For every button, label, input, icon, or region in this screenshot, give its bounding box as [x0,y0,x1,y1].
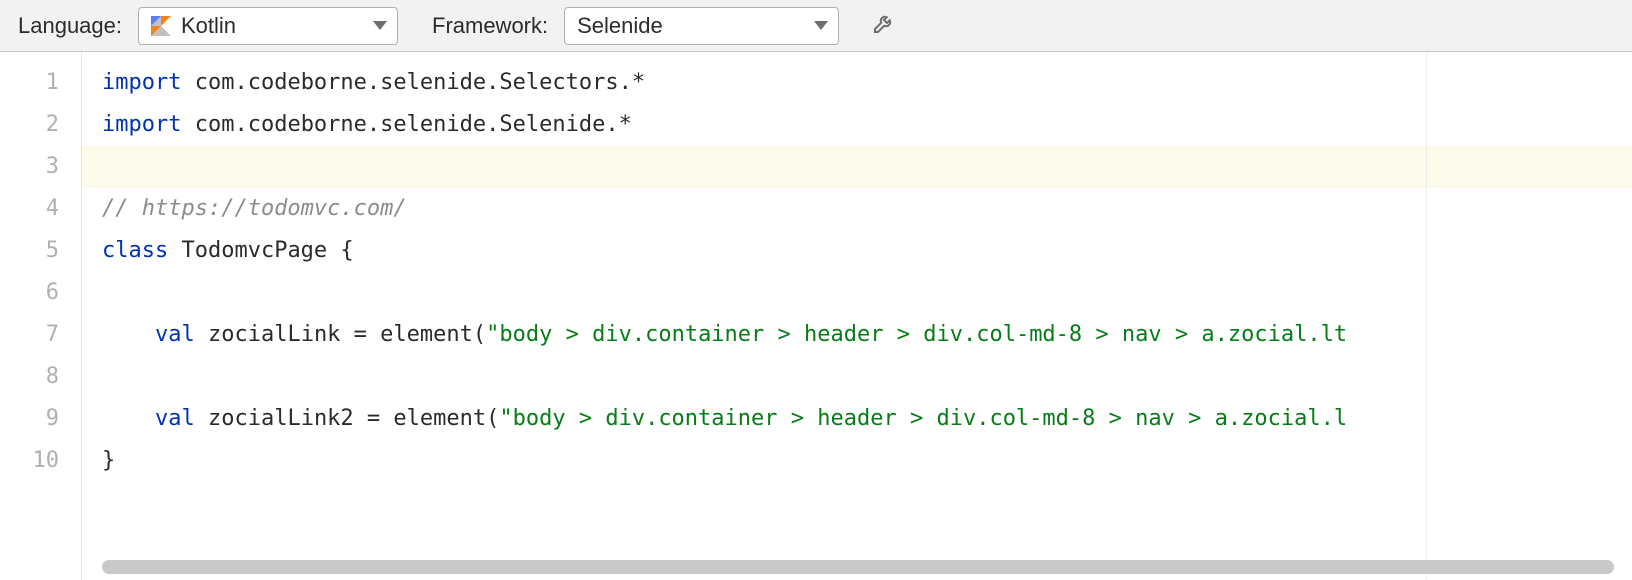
kotlin-icon [151,16,171,36]
scrollbar-thumb[interactable] [102,560,1614,574]
line-number: 7 [0,314,81,356]
line-number: 8 [0,356,81,398]
code-line[interactable] [82,356,1632,398]
line-number: 5 [0,230,81,272]
line-number: 9 [0,398,81,440]
language-dropdown[interactable]: Kotlin [138,7,398,45]
language-label: Language: [18,13,122,39]
code-line[interactable]: val zocialLink = element("body > div.con… [82,314,1632,356]
horizontal-scrollbar[interactable] [102,560,1614,574]
toolbar: Language: Kotlin Framework: Selenide [0,0,1632,52]
code-line[interactable]: val zocialLink2 = element("body > div.co… [82,398,1632,440]
language-value: Kotlin [181,13,363,39]
code-line[interactable] [82,272,1632,314]
code-editor: 12345678910 import com.codeborne.selenid… [0,52,1632,580]
framework-value: Selenide [577,13,804,39]
line-number: 4 [0,188,81,230]
right-margin-guide [1426,52,1427,580]
wrench-icon [872,11,896,41]
code-line[interactable]: import com.codeborne.selenide.Selectors.… [82,62,1632,104]
code-area[interactable]: import com.codeborne.selenide.Selectors.… [82,52,1632,580]
line-number: 6 [0,272,81,314]
line-number: 10 [0,440,81,482]
code-line[interactable]: import com.codeborne.selenide.Selenide.* [82,104,1632,146]
framework-label: Framework: [432,13,548,39]
line-number: 3 [0,146,81,188]
chevron-down-icon [373,21,387,30]
settings-button[interactable] [867,9,901,43]
code-line[interactable]: class TodomvcPage { [82,230,1632,272]
chevron-down-icon [814,21,828,30]
gutter: 12345678910 [0,52,82,580]
line-number: 1 [0,62,81,104]
line-number: 2 [0,104,81,146]
code-line[interactable] [82,146,1632,188]
code-line[interactable]: // https://todomvc.com/ [82,188,1632,230]
framework-dropdown[interactable]: Selenide [564,7,839,45]
code-line[interactable]: } [82,440,1632,482]
